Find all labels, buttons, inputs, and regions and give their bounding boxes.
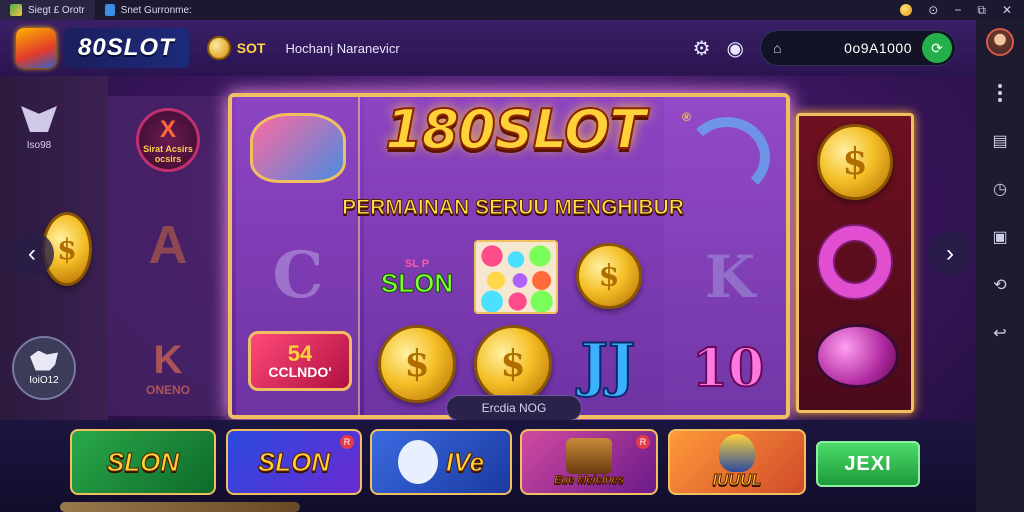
king-mascot-icon bbox=[719, 434, 755, 472]
game-card-5-label: IUUUL bbox=[712, 472, 762, 490]
avatar[interactable] bbox=[986, 28, 1014, 56]
badge-number: 54 bbox=[287, 341, 313, 366]
registered-mark: ® bbox=[682, 110, 691, 124]
faded-top-label: Sirat Acsirs bbox=[143, 144, 193, 154]
gear-icon[interactable]: ⚙ bbox=[693, 36, 711, 61]
slon-symbol: SL P SLON bbox=[372, 242, 462, 312]
game-area: 80SLOT SOT Hochanj Naranevicr ⚙ ◉ ⌂ 0o9A… bbox=[0, 20, 976, 512]
small-coin-icon bbox=[206, 36, 231, 60]
game-card-2-label: SLON bbox=[257, 446, 331, 477]
balance-value: 0o9A1000 bbox=[844, 40, 912, 56]
faded-a-symbol: A bbox=[148, 215, 188, 275]
screen-icon[interactable]: ▤ bbox=[989, 130, 1011, 152]
tab-second[interactable]: Snet Gurronme: bbox=[95, 0, 202, 20]
dog-button[interactable]: IoiO12 bbox=[12, 336, 76, 400]
home-icon: ⌂ bbox=[773, 40, 782, 56]
settings-icon[interactable]: ⊙ bbox=[928, 3, 938, 17]
game-card-4[interactable]: R Eue Meiclnes bbox=[520, 429, 658, 495]
game-card-3[interactable]: IVe bbox=[370, 429, 512, 495]
badge-word: CCLNDO' bbox=[268, 364, 332, 380]
faded-k-symbol: K bbox=[704, 243, 756, 311]
mascot-icon bbox=[397, 440, 438, 484]
jewel-grid-symbol bbox=[474, 240, 558, 314]
app-logo-icon bbox=[10, 4, 22, 16]
brand: 80SLOT bbox=[16, 28, 189, 68]
slon-text: SLON bbox=[380, 267, 454, 298]
game-card-2-badge: R bbox=[340, 435, 354, 449]
next-row-hint bbox=[60, 502, 300, 512]
drink-icon bbox=[566, 438, 612, 474]
game-tagline: PERMAINAN SERUU MENGHIBUR bbox=[342, 196, 685, 220]
next-arrow-button[interactable]: › bbox=[928, 232, 972, 276]
header-icons: ⚙ ◉ bbox=[693, 36, 744, 61]
game-card-4-badge: R bbox=[636, 435, 650, 449]
clock-icon[interactable]: ◷ bbox=[989, 178, 1011, 200]
emulator-sidebar: ▤ ◷ ▣ ⟲ ↩ bbox=[976, 20, 1024, 512]
dog-icon bbox=[30, 350, 58, 371]
tab-second-label: Snet Gurronme: bbox=[120, 4, 192, 16]
minimize-icon[interactable]: − bbox=[954, 3, 961, 17]
play-button[interactable]: JEXI bbox=[816, 441, 920, 487]
window-titlebar: Siegt £ Orotr Snet Gurronme: ⊙ − ⧉ ✕ bbox=[0, 0, 1024, 20]
balance-box: ⌂ 0o9A1000 ⟳ bbox=[760, 30, 956, 66]
game-header: 80SLOT SOT Hochanj Naranevicr ⚙ ◉ ⌂ 0o9A… bbox=[0, 20, 976, 76]
game-title: 180SLOT bbox=[384, 97, 647, 162]
dog-button-label: IoiO12 bbox=[29, 374, 59, 386]
game-card-5[interactable]: IUUUL bbox=[668, 429, 806, 495]
layers-icon[interactable]: ▣ bbox=[989, 226, 1011, 248]
coin-icon[interactable] bbox=[900, 4, 913, 16]
side-badge-label: Iso98 bbox=[26, 140, 52, 151]
emulator-screen: Siegt £ Orotr Snet Gurronme: ⊙ − ⧉ ✕ 80S… bbox=[0, 0, 1024, 512]
bottom-label: Ercdia NOG bbox=[446, 395, 582, 421]
hot-coin-symbol: $ bbox=[817, 124, 893, 200]
wave-symbol bbox=[684, 117, 770, 197]
tab-game[interactable]: Siegt £ Orotr bbox=[0, 0, 95, 20]
faded-top-symbol: X Sirat Acsirs ocsirs bbox=[128, 108, 208, 172]
tab-game-label: Siegt £ Orotr bbox=[28, 4, 85, 16]
faded-reel: X Sirat Acsirs ocsirs A K ONENO bbox=[108, 96, 226, 416]
ten-symbol: 10 bbox=[691, 337, 765, 400]
coin-symbol-2: $ bbox=[378, 325, 456, 403]
brand-name: 80SLOT bbox=[64, 28, 189, 68]
game-card-1[interactable]: SLON bbox=[70, 429, 216, 495]
support-icon[interactable]: ◉ bbox=[727, 36, 744, 61]
side-badge[interactable]: Iso98 bbox=[14, 106, 64, 164]
window-controls: ⊙ − ⧉ ✕ bbox=[900, 3, 1024, 18]
game-cards-strip: SLON R SLON IVe R Eue Meiclnes IUUUL JEX… bbox=[0, 420, 976, 512]
wolf-icon bbox=[21, 106, 57, 132]
shell-symbol bbox=[250, 113, 346, 183]
faded-k-glyph: K bbox=[153, 338, 183, 382]
back-icon[interactable]: ↩ bbox=[989, 322, 1011, 344]
more-icon[interactable] bbox=[989, 82, 1011, 104]
document-icon bbox=[104, 4, 115, 16]
faded-top-label2: ocsirs bbox=[154, 154, 182, 164]
restore-icon[interactable]: ⧉ bbox=[977, 3, 986, 18]
casino-badge-symbol: 54 CCLNDO' bbox=[248, 331, 352, 391]
prev-arrow-button[interactable]: ‹ bbox=[10, 232, 54, 276]
game-card-4-label: Eue Meiclnes bbox=[554, 474, 625, 487]
close-icon[interactable]: ✕ bbox=[1002, 3, 1012, 17]
pink-coin-symbol bbox=[815, 324, 899, 388]
j-symbol: JJ bbox=[580, 330, 637, 400]
x-glyph: X bbox=[159, 116, 176, 143]
refresh-balance-button[interactable]: ⟳ bbox=[922, 33, 952, 63]
brand-logo-icon bbox=[16, 28, 56, 68]
coin-symbol-1: $ bbox=[576, 243, 642, 309]
header-subtitle: Hochanj Naranevicr bbox=[285, 40, 400, 56]
faded-bottom-symbol: K ONENO bbox=[128, 338, 208, 397]
coin-symbol-3: $ bbox=[474, 325, 552, 403]
game-card-3-label: IVe bbox=[445, 446, 485, 477]
faded-bottom-label: ONENO bbox=[145, 383, 190, 397]
hot-reel: $ bbox=[796, 113, 914, 413]
faded-c-symbol: C bbox=[272, 237, 324, 313]
small-brand[interactable]: SOT bbox=[206, 36, 266, 60]
small-brand-label: SOT bbox=[236, 40, 266, 56]
game-card-1-label: SLON bbox=[106, 446, 180, 477]
ring-symbol bbox=[819, 226, 891, 298]
rotate-icon[interactable]: ⟲ bbox=[989, 274, 1011, 296]
game-card-2[interactable]: R SLON bbox=[226, 429, 362, 495]
